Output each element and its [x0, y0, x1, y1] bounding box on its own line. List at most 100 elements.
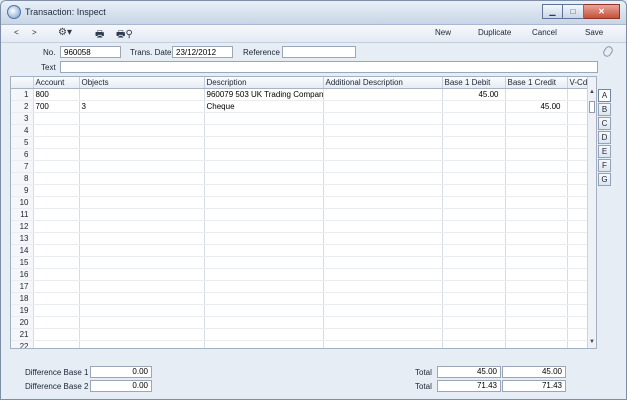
table-cell[interactable] [323, 148, 443, 161]
table-cell[interactable] [204, 148, 324, 161]
table-cell[interactable] [567, 316, 590, 329]
table-cell[interactable] [79, 148, 205, 161]
table-cell[interactable] [79, 340, 205, 348]
table-row[interactable]: 21 [11, 328, 590, 341]
scroll-thumb[interactable] [589, 101, 595, 113]
table-cell[interactable] [505, 88, 568, 101]
table-row[interactable]: 8 [11, 172, 590, 185]
table-cell[interactable] [204, 124, 324, 137]
tab-c[interactable]: C [598, 117, 611, 130]
table-row[interactable]: 2 700 3 Cheque 45.00 [11, 100, 590, 113]
column-header[interactable]: V-Cd [567, 77, 590, 89]
table-cell[interactable] [567, 88, 590, 101]
table-cell[interactable] [204, 112, 324, 125]
column-header[interactable]: Base 1 Credit [505, 77, 568, 89]
table-cell[interactable] [567, 328, 590, 341]
table-cell[interactable] [33, 316, 80, 329]
table-cell[interactable] [79, 244, 205, 257]
text-field[interactable] [60, 61, 598, 73]
table-cell[interactable] [505, 112, 568, 125]
table-cell[interactable] [505, 232, 568, 245]
table-cell[interactable] [33, 340, 80, 348]
table-cell[interactable] [567, 208, 590, 221]
table-cell[interactable] [33, 184, 80, 197]
table-cell[interactable]: 3 [79, 100, 205, 113]
table-row[interactable]: 9 [11, 184, 590, 197]
table-row[interactable]: 20 [11, 316, 590, 329]
table-cell[interactable] [505, 256, 568, 269]
column-header[interactable]: Base 1 Debit [442, 77, 506, 89]
table-cell[interactable] [567, 268, 590, 281]
table-cell[interactable] [323, 280, 443, 293]
table-cell[interactable]: Cheque [204, 100, 324, 113]
table-cell[interactable] [323, 172, 443, 185]
table-cell[interactable] [567, 244, 590, 257]
reference-field[interactable] [282, 46, 356, 58]
table-cell[interactable] [79, 136, 205, 149]
column-header[interactable]: Objects [79, 77, 205, 89]
table-cell[interactable] [323, 124, 443, 137]
table-row[interactable]: 22 [11, 340, 590, 348]
table-cell[interactable] [442, 208, 506, 221]
table-cell[interactable] [442, 256, 506, 269]
table-cell[interactable] [79, 160, 205, 173]
table-cell[interactable] [323, 340, 443, 348]
table-cell[interactable] [442, 172, 506, 185]
table-cell[interactable] [204, 304, 324, 317]
gear-icon[interactable]: ⚙▾ [58, 27, 72, 38]
table-cell[interactable] [442, 328, 506, 341]
table-cell[interactable] [33, 112, 80, 125]
table-cell[interactable] [442, 160, 506, 173]
table-cell[interactable] [323, 136, 443, 149]
table-cell[interactable] [505, 220, 568, 233]
table-cell[interactable] [442, 112, 506, 125]
table-cell[interactable] [442, 268, 506, 281]
table-cell[interactable] [323, 256, 443, 269]
scroll-up-icon[interactable]: ▲ [588, 89, 596, 98]
table-cell[interactable] [204, 256, 324, 269]
table-cell[interactable] [505, 292, 568, 305]
tab-b[interactable]: B [598, 103, 611, 116]
table-row[interactable]: 11 [11, 208, 590, 221]
table-cell[interactable] [505, 184, 568, 197]
table-cell[interactable]: 45.00 [505, 100, 568, 113]
column-header[interactable]: Description [204, 77, 324, 89]
table-row[interactable]: 14 [11, 244, 590, 257]
table-cell[interactable] [442, 220, 506, 233]
table-cell[interactable] [505, 280, 568, 293]
table-row[interactable]: 7 [11, 160, 590, 173]
table-cell[interactable] [323, 292, 443, 305]
table-cell[interactable] [79, 88, 205, 101]
vertical-scrollbar[interactable]: ▲ ▼ [587, 77, 596, 348]
table-cell[interactable] [567, 196, 590, 209]
table-cell[interactable] [33, 136, 80, 149]
table-row[interactable]: 19 [11, 304, 590, 317]
table-cell[interactable] [323, 220, 443, 233]
table-cell[interactable] [505, 208, 568, 221]
table-cell[interactable] [33, 256, 80, 269]
table-cell[interactable] [33, 268, 80, 281]
table-cell[interactable] [33, 172, 80, 185]
table-cell[interactable] [204, 232, 324, 245]
table-cell[interactable] [442, 136, 506, 149]
table-cell[interactable] [204, 208, 324, 221]
table-cell[interactable]: 45.00 [442, 88, 506, 101]
table-cell[interactable] [442, 148, 506, 161]
tab-f[interactable]: F [598, 159, 611, 172]
table-cell[interactable] [323, 232, 443, 245]
table-row[interactable]: 17 [11, 280, 590, 293]
table-cell[interactable] [442, 244, 506, 257]
table-cell[interactable]: 960079 503 UK Trading Company [204, 88, 324, 101]
table-cell[interactable] [79, 280, 205, 293]
table-row[interactable]: 10 [11, 196, 590, 209]
table-cell[interactable] [323, 88, 443, 101]
table-cell[interactable] [567, 112, 590, 125]
table-cell[interactable] [567, 304, 590, 317]
table-cell[interactable] [505, 244, 568, 257]
table-cell[interactable] [33, 208, 80, 221]
table-cell[interactable] [79, 220, 205, 233]
table-cell[interactable] [33, 220, 80, 233]
table-cell[interactable]: 700 [33, 100, 80, 113]
table-row[interactable]: 12 [11, 220, 590, 233]
table-cell[interactable] [505, 172, 568, 185]
